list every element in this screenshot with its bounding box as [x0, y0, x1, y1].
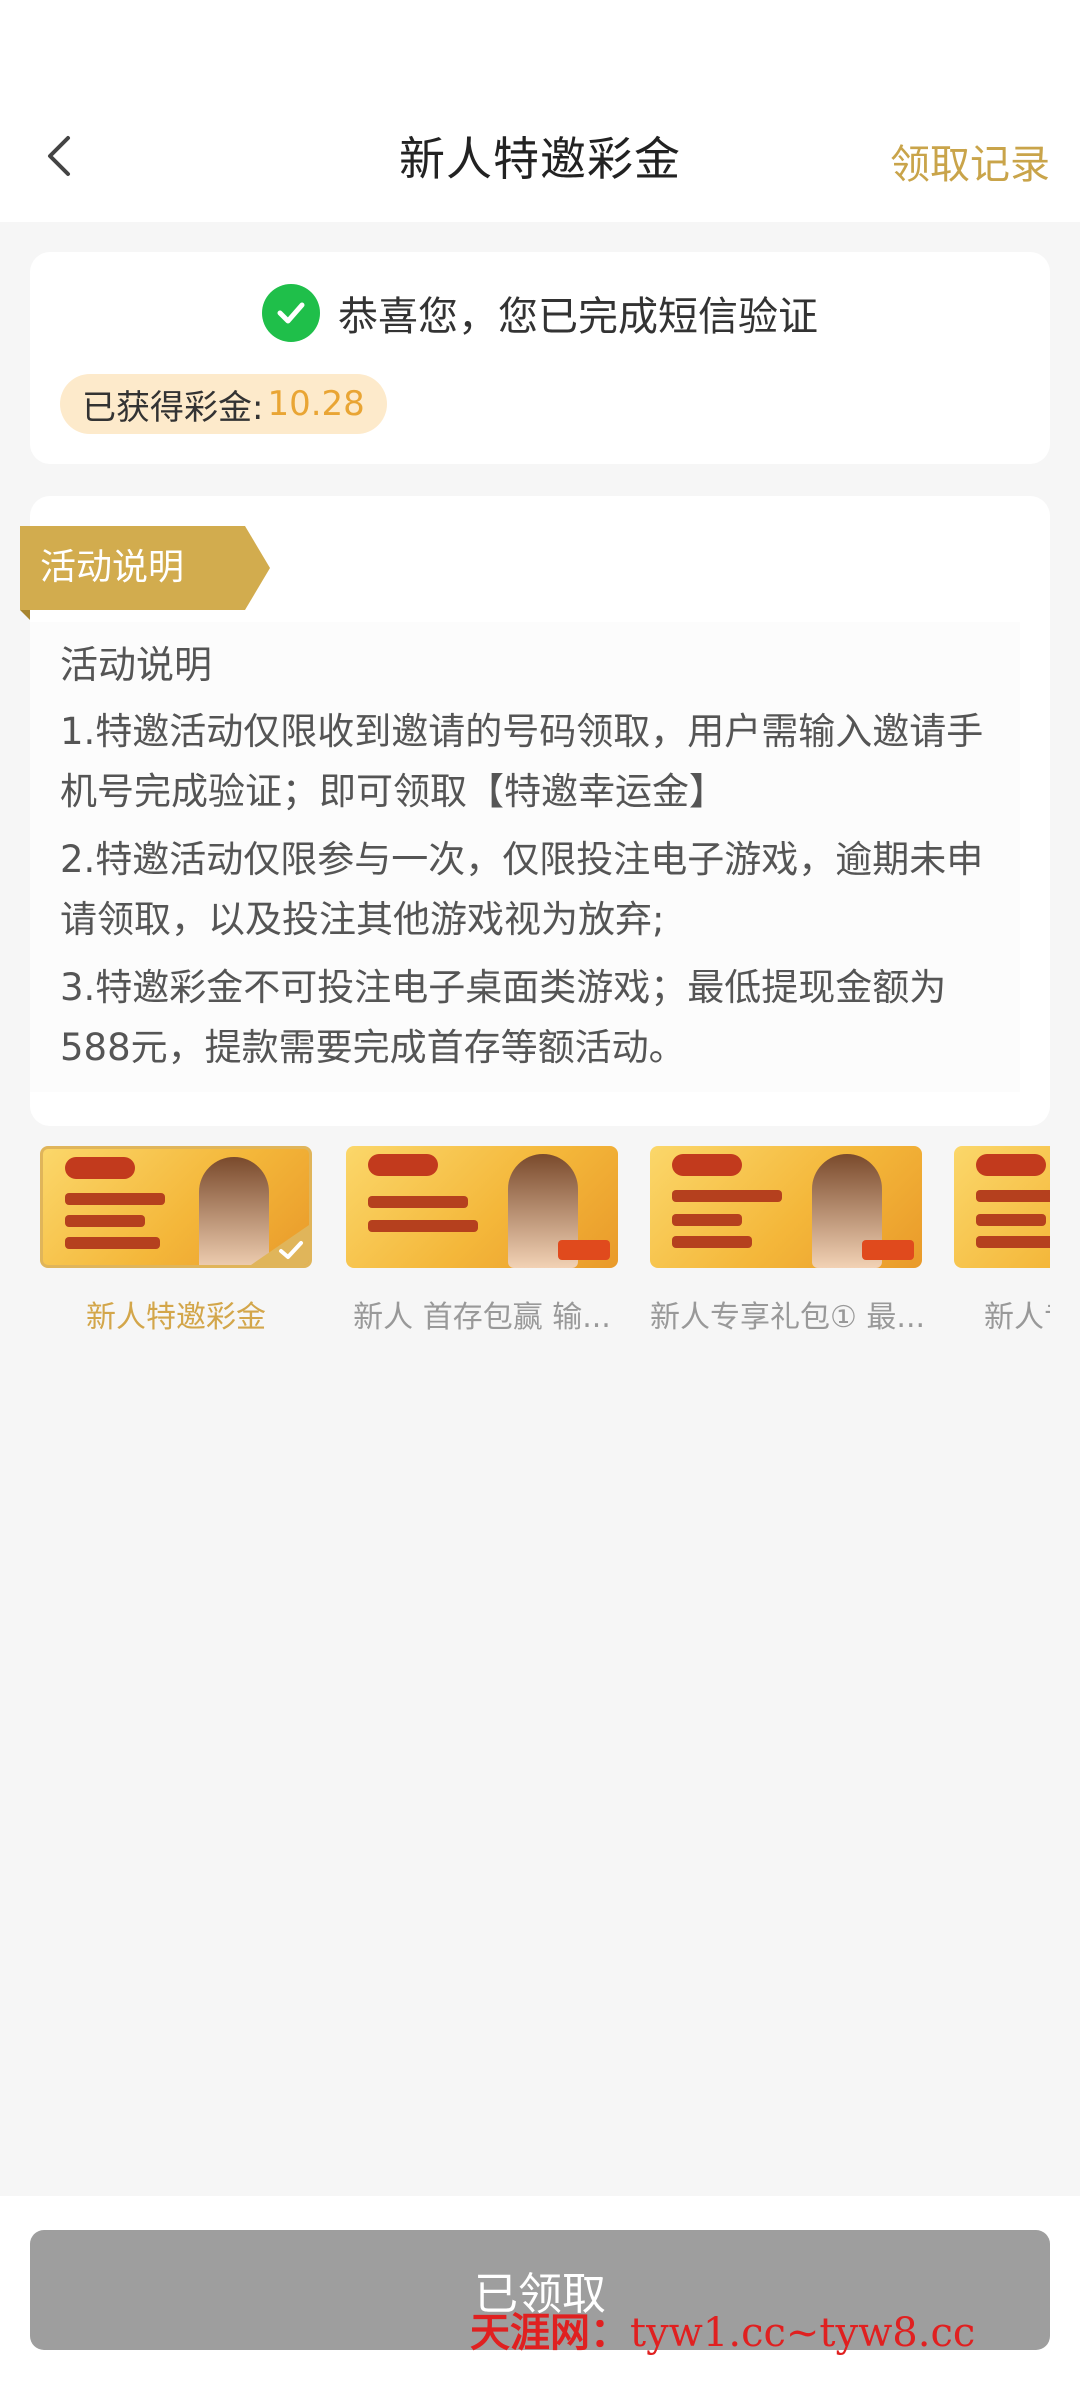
promotion-banner: [650, 1146, 922, 1268]
activity-card: 活动说明 活动说明 1.特邀活动仅限收到邀请的号码领取，用户需输入邀请手机号完成…: [20, 496, 1050, 1126]
rule-item: 2.特邀活动仅限参与一次，仅限投注电子游戏，逾期未申请领取，以及投注其他游戏视为…: [60, 838, 984, 941]
rule-item: 1.特邀活动仅限收到邀请的号码领取，用户需输入邀请手机号完成验证；即可领取【特邀…: [60, 710, 984, 813]
promotion-tab-first-deposit[interactable]: 新人 首存包赢 输...: [346, 1146, 618, 1336]
verification-card: 恭喜您，您已完成短信验证 已获得彩金: 10.28: [30, 252, 1050, 464]
promotion-banner: [954, 1146, 1050, 1268]
verification-status: 恭喜您，您已完成短信验证: [30, 284, 1050, 342]
promotion-tab-invite-bonus[interactable]: 新人特邀彩金: [40, 1146, 312, 1336]
back-button[interactable]: [24, 120, 96, 192]
watermark-domains: tyw1.cc~tyw8.cc: [630, 2310, 976, 2356]
rule-item: 3.特邀彩金不可投注电子桌面类游戏；最低提现金额为588元，提款需要完成首存等额…: [60, 966, 947, 1069]
footer-bar: 已领取: [0, 2196, 1080, 2400]
promotion-label: 新人特邀彩金: [86, 1300, 266, 1335]
check-icon: [251, 1225, 309, 1265]
page-title: 新人特邀彩金: [399, 132, 681, 186]
bonus-label: 已获得彩金:: [82, 387, 264, 428]
ribbon-label: 活动说明: [40, 547, 185, 588]
watermark: 天涯网：tyw1.cc~tyw8.cc: [470, 2300, 975, 2358]
bonus-value: 10.28: [267, 384, 365, 424]
promotion-banner: [40, 1146, 312, 1268]
verification-message: 恭喜您，您已完成短信验证: [338, 294, 818, 340]
promotion-tab-gift-pack[interactable]: 新人专享礼包① 最...: [650, 1146, 922, 1336]
bonus-badge: 已获得彩金: 10.28: [60, 374, 387, 434]
watermark-brand: 天涯网：: [470, 2309, 630, 2356]
activity-description: 活动说明 1.特邀活动仅限收到邀请的号码领取，用户需输入邀请手机号完成验证；即可…: [30, 622, 1020, 1092]
promotion-label: 新人专享礼包① 最...: [650, 1300, 922, 1335]
promotion-label: 新人专: [984, 1300, 1050, 1335]
chevron-left-icon: [48, 136, 70, 176]
description-heading: 活动说明: [60, 643, 213, 687]
promotion-tab-more[interactable]: 新人专: [954, 1146, 1050, 1336]
status-bar: [0, 0, 1080, 90]
check-circle-icon: [262, 284, 320, 342]
claim-history-link[interactable]: 领取记录: [890, 132, 1050, 190]
promotion-label: 新人 首存包赢 输...: [353, 1300, 611, 1335]
promotion-carousel: 新人特邀彩金 新人 首存包赢 输... 新人专享礼包① 最... 新人: [0, 1146, 1050, 1346]
activity-ribbon: 活动说明: [20, 526, 270, 620]
top-nav-bar: 新人特邀彩金 领取记录: [0, 90, 1080, 222]
promotion-banner: [346, 1146, 618, 1268]
